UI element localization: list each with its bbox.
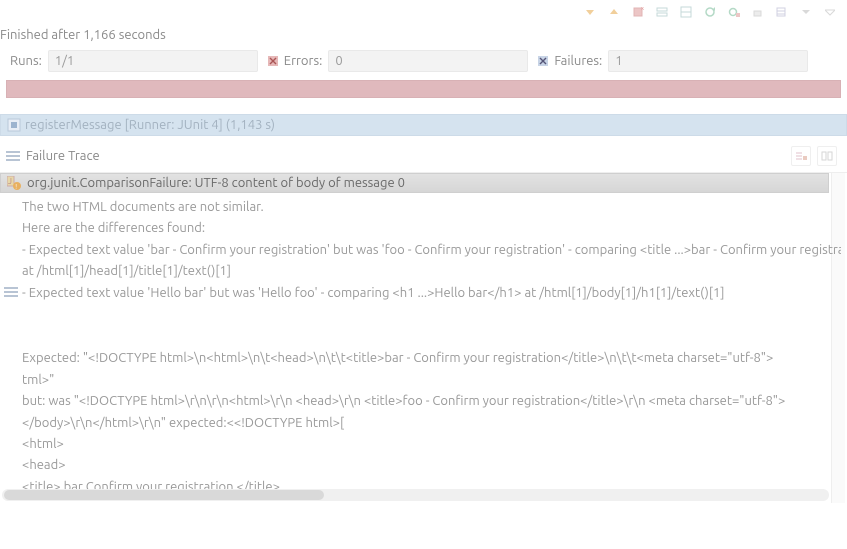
next-failure-icon[interactable] [581, 3, 599, 21]
test-tree-item[interactable]: registerMessage [Runner: JUnit 4] (1,143… [0, 114, 847, 136]
status-text: Finished after 1,166 seconds [0, 24, 847, 50]
failure-trace-icon [6, 150, 20, 162]
trace-line: The two HTML documents are not similar. [22, 197, 841, 218]
failures-value: 1 [608, 50, 808, 72]
trace-line: tml>" [22, 370, 841, 391]
expand-all-icon[interactable] [653, 3, 671, 21]
trace-body[interactable]: The two HTML documents are not similar. … [0, 193, 847, 503]
svg-text:!: ! [15, 184, 17, 191]
trace-exception-text: org.junit.ComparisonFailure: UTF-8 conte… [27, 176, 405, 190]
trace-line: <html> [22, 434, 841, 455]
failure-trace-header: Failure Trace [0, 136, 847, 172]
failure-trace-title: Failure Trace [26, 149, 100, 163]
failure-trace-area: J! org.junit.ComparisonFailure: UTF-8 co… [0, 172, 847, 503]
prev-failure-icon[interactable] [605, 3, 623, 21]
horizontal-scrollbar-thumb[interactable] [4, 490, 324, 500]
rerun-icon[interactable] [701, 3, 719, 21]
lock-icon[interactable] [749, 3, 767, 21]
junit-warning-icon: J! [7, 176, 21, 190]
history-dropdown-icon[interactable] [797, 3, 815, 21]
trace-line: at /html[1]/head[1]/title[1]/text()[1] [22, 261, 841, 282]
failures-label: Failures: [552, 54, 608, 68]
runs-label: Runs: [0, 54, 48, 68]
stop-icon[interactable]: x [629, 3, 647, 21]
view-menu-icon[interactable] [821, 3, 839, 21]
trace-line: Expected: "<!DOCTYPE html>\n<html>\n\t<h… [22, 348, 841, 369]
compare-trace-button[interactable] [817, 146, 837, 166]
rerun-failed-icon[interactable] [725, 3, 743, 21]
trace-line: <head> [22, 455, 841, 476]
progress-bar [6, 80, 841, 98]
errors-label: Errors: [282, 54, 329, 68]
history-icon[interactable] [773, 3, 791, 21]
runs-value: 1/1 [48, 50, 258, 72]
errors-value: 0 [328, 50, 528, 72]
filter-trace-button[interactable] [791, 146, 811, 166]
svg-text:J: J [8, 177, 12, 186]
svg-text:x: x [641, 6, 644, 12]
test-item-label: registerMessage [Runner: JUnit 4] (1,143… [25, 118, 275, 132]
trace-line: Here are the differences found: [22, 218, 841, 239]
test-item-icon [7, 118, 21, 132]
failures-icon [538, 56, 548, 66]
stack-frame-icon [4, 285, 18, 299]
trace-exception-line[interactable]: J! org.junit.ComparisonFailure: UTF-8 co… [0, 173, 829, 193]
trace-line: - Expected text value 'bar - Confirm you… [22, 240, 841, 261]
collapse-all-icon[interactable] [677, 3, 695, 21]
horizontal-scrollbar[interactable] [2, 489, 829, 501]
trace-line: </body>\r\n</html>\r\n" expected:<<!DOCT… [22, 413, 841, 434]
trace-line: but: was "<!DOCTYPE html>\r\n\r\n<html>\… [22, 391, 841, 412]
trace-line: - Expected text value 'Hello bar' but wa… [22, 283, 841, 304]
errors-icon [268, 56, 278, 66]
counters-row: Runs: 1/1 Errors: 0 Failures: 1 [0, 50, 847, 78]
junit-toolbar: x [0, 0, 847, 24]
